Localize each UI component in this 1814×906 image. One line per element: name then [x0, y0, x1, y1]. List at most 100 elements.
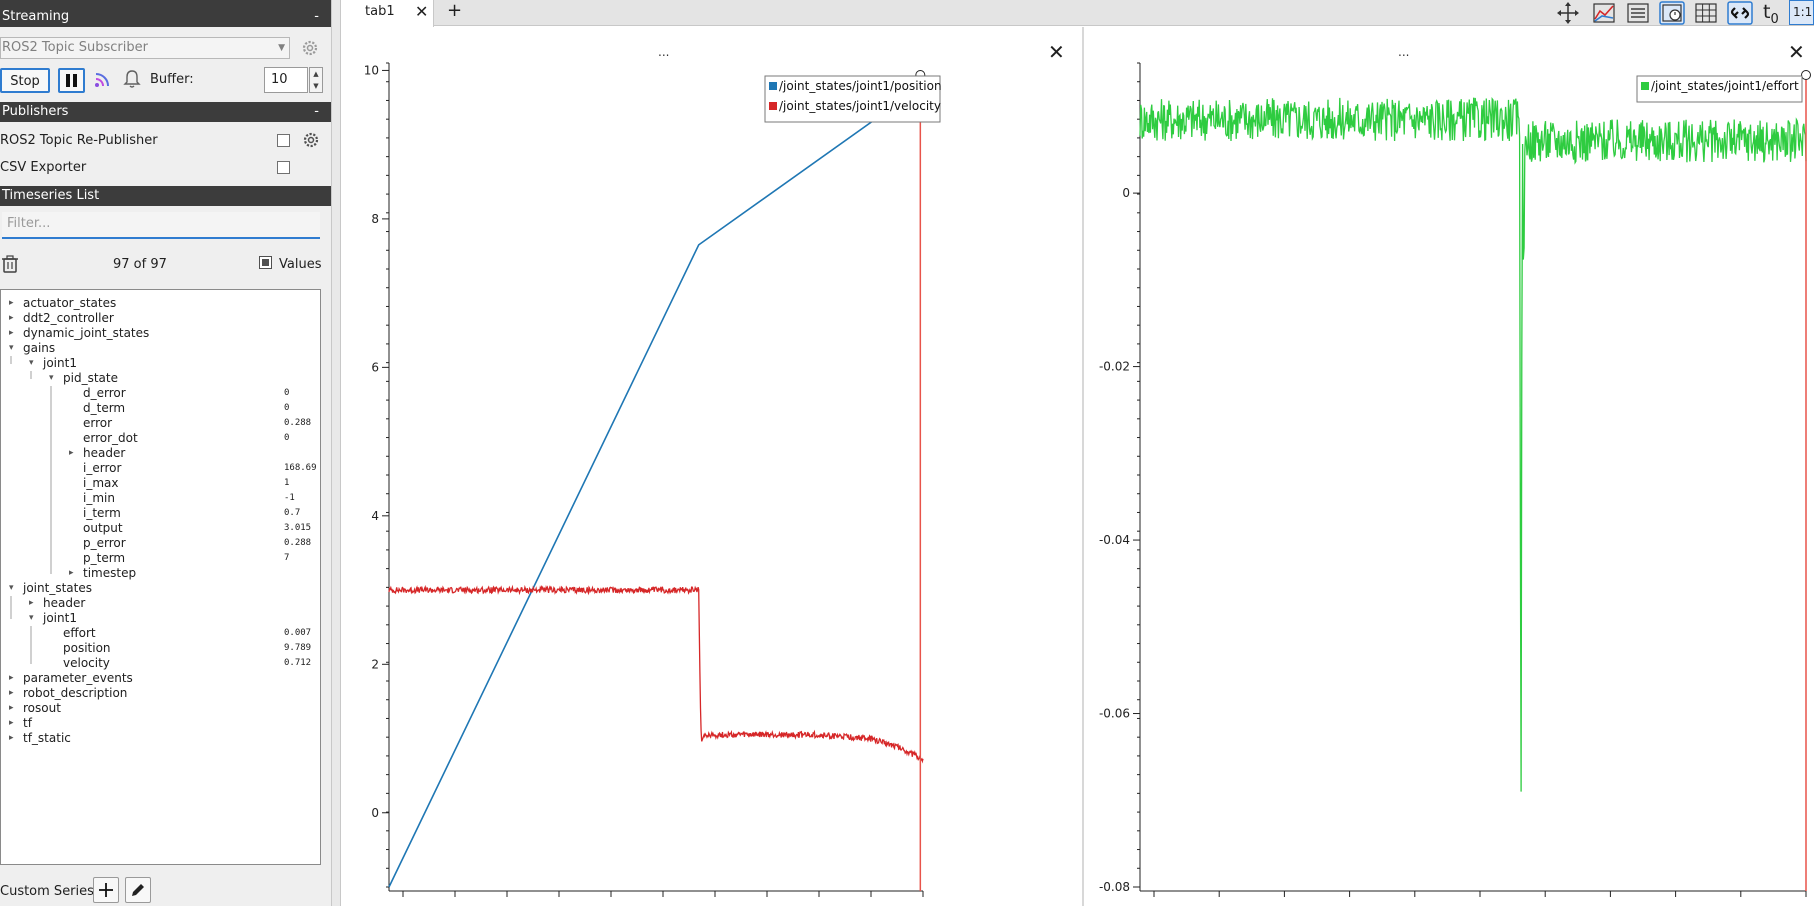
stop-button-label: Stop — [10, 74, 40, 89]
buffer-stepper[interactable]: ▲ ▼ — [309, 67, 323, 93]
tree-item[interactable]: rosout — [23, 701, 61, 716]
legend-label: /joint_states/joint1/position — [779, 79, 942, 93]
zoom-chart-icon[interactable] — [1591, 1, 1617, 25]
tab-tab1[interactable]: tab1 ✕ — [341, 0, 434, 27]
tree-item[interactable]: p_error — [83, 536, 126, 551]
series-line-0 — [388, 84, 924, 888]
tree-item[interactable]: joint1 — [43, 356, 77, 371]
collapsed-arrow-icon[interactable]: ▸ — [9, 731, 14, 746]
tree-item-value: 7 — [284, 553, 290, 563]
expanded-arrow-icon[interactable]: ▾ — [29, 611, 34, 626]
tree-item[interactable]: effort — [63, 626, 96, 641]
source-select-value: ROS2 Topic Subscriber — [2, 40, 148, 55]
pencil-icon — [132, 884, 144, 896]
tree-item[interactable]: i_error — [83, 461, 121, 476]
publishers-collapse[interactable]: - — [314, 102, 319, 122]
tree-item[interactable]: header — [43, 596, 85, 611]
tree-item[interactable]: timestep — [83, 566, 136, 581]
tree-item[interactable]: actuator_states — [23, 296, 116, 311]
left-panel: Streaming - ROS2 Topic Subscriber ▼ Stop… — [0, 0, 331, 906]
buffer-label: Buffer: — [150, 72, 194, 87]
trash-icon[interactable] — [1, 254, 19, 274]
expanded-arrow-icon[interactable]: ▾ — [9, 581, 14, 596]
tree-item[interactable]: dynamic_joint_states — [23, 326, 149, 341]
tree-item[interactable]: error — [83, 416, 112, 431]
tree-item[interactable]: robot_description — [23, 686, 127, 701]
tree-item[interactable]: tf_static — [23, 731, 71, 746]
collapsed-arrow-icon[interactable]: ▸ — [9, 671, 14, 686]
tree-item[interactable]: i_term — [83, 506, 121, 521]
tree-item[interactable]: joint_states — [23, 581, 92, 596]
streaming-collapse[interactable]: - — [314, 7, 319, 27]
tree-item[interactable]: joint1 — [43, 611, 77, 626]
tree-item[interactable]: p_term — [83, 551, 125, 566]
streaming-gear-icon[interactable] — [301, 39, 319, 57]
plot1-chart[interactable]: 0 2 4 6 8 10/joint_states/joint1/position/joi… — [341, 27, 1081, 906]
expanded-arrow-icon[interactable]: ▾ — [49, 371, 54, 386]
collapsed-arrow-icon[interactable]: ▸ — [9, 701, 14, 716]
tree-item[interactable]: output — [83, 521, 123, 536]
values-checkbox[interactable] — [259, 256, 272, 269]
stop-button[interactable]: Stop — [0, 68, 50, 93]
tree-item[interactable]: i_max — [83, 476, 118, 491]
collapsed-arrow-icon[interactable]: ▸ — [29, 596, 34, 611]
collapsed-arrow-icon[interactable]: ▸ — [9, 716, 14, 731]
clock-settings-icon[interactable] — [1659, 1, 1685, 25]
chevron-down-icon: ▼ — [278, 43, 285, 53]
edit-custom-series-button[interactable] — [125, 877, 151, 903]
source-select[interactable]: ROS2 Topic Subscriber ▼ — [0, 37, 290, 59]
collapsed-arrow-icon[interactable]: ▸ — [9, 326, 14, 341]
republisher-gear-icon[interactable] — [302, 131, 320, 149]
expanded-arrow-icon[interactable]: ▾ — [9, 341, 14, 356]
publishers-title: Publishers — [2, 104, 69, 119]
buffer-input[interactable]: 10 — [264, 67, 308, 93]
stream-signal-icon[interactable] — [93, 71, 111, 89]
tree-item[interactable]: d_error — [83, 386, 126, 401]
timeseries-header[interactable]: Timeseries List — [0, 186, 331, 206]
tree-item[interactable]: parameter_events — [23, 671, 133, 686]
panel-splitter[interactable] — [331, 0, 341, 906]
tree-item[interactable]: error_dot — [83, 431, 138, 446]
tree-item[interactable]: pid_state — [63, 371, 118, 386]
republisher-checkbox[interactable] — [277, 134, 290, 147]
move-icon[interactable] — [1555, 1, 1581, 25]
tree-item-value: 0.288 — [284, 418, 312, 428]
ratio-icon[interactable]: 1:1 — [1789, 0, 1814, 25]
tree-item[interactable]: d_term — [83, 401, 125, 416]
bell-icon[interactable] — [123, 69, 141, 89]
y-tick-label: 10 — [364, 63, 379, 77]
filter-input[interactable]: Filter... — [2, 212, 320, 239]
y-tick-label: 4 — [371, 509, 379, 523]
tree-item[interactable]: gains — [23, 341, 55, 356]
tree-item[interactable]: i_min — [83, 491, 115, 506]
y-tick-label: 8 — [371, 212, 379, 226]
plot2-chart[interactable]: 0 -0.02 -0.04 -0.06 -0.08/joint_states/joint… — [1084, 27, 1814, 906]
add-tab-button[interactable]: + — [447, 0, 462, 22]
timeseries-tree[interactable]: ▸ actuator_states ▸ ddt2_controller ▸ dynamic… — [0, 289, 321, 865]
tree-item-value: 0.7 — [284, 508, 301, 518]
collapsed-arrow-icon[interactable]: ▸ — [9, 296, 14, 311]
link-icon[interactable] — [1727, 1, 1753, 25]
tree-item[interactable]: header — [83, 446, 125, 461]
publishers-header[interactable]: Publishers - — [0, 102, 331, 122]
tree-item[interactable]: velocity — [63, 656, 110, 671]
custom-series-label: Custom Series: — [0, 884, 99, 899]
tree-item[interactable]: position — [63, 641, 111, 656]
expanded-arrow-icon[interactable]: ▾ — [29, 356, 34, 371]
pause-button[interactable] — [58, 68, 85, 93]
collapsed-arrow-icon[interactable]: ▸ — [9, 686, 14, 701]
close-tab-icon[interactable]: ✕ — [415, 2, 428, 21]
pause-icon — [66, 74, 77, 87]
tree-item[interactable]: tf — [23, 716, 32, 731]
tree-item[interactable]: ddt2_controller — [23, 311, 114, 326]
streaming-header[interactable]: Streaming - — [0, 7, 331, 27]
collapsed-arrow-icon[interactable]: ▸ — [9, 311, 14, 326]
collapsed-arrow-icon[interactable]: ▸ — [69, 566, 74, 581]
csv-exporter-checkbox[interactable] — [277, 161, 290, 174]
collapsed-arrow-icon[interactable]: ▸ — [69, 446, 74, 461]
grid-icon[interactable] — [1693, 1, 1719, 25]
legend-swatch — [769, 82, 777, 90]
add-custom-series-button[interactable] — [93, 877, 119, 903]
legend-swatch — [1641, 82, 1649, 90]
list-icon[interactable] — [1625, 1, 1651, 25]
